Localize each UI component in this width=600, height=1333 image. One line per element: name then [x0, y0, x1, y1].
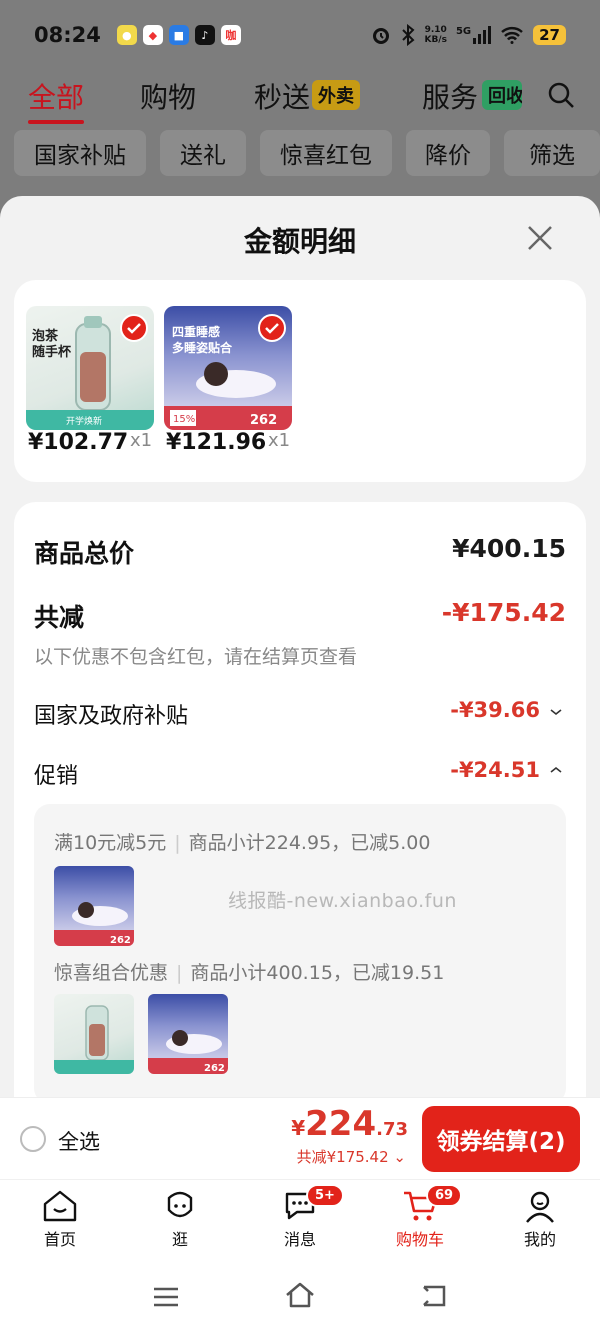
- network-speed: 9.10 KB/s: [424, 25, 447, 45]
- tiktok-icon: ♪: [194, 25, 215, 45]
- tab-me[interactable]: 我的: [500, 1188, 580, 1250]
- promo-detail: 商品小计400.15，已减19.51: [190, 962, 445, 984]
- total-value: ¥400.15: [452, 534, 566, 563]
- chip-national-subsidy[interactable]: 国家补贴: [14, 130, 146, 176]
- system-navigation: [0, 1265, 600, 1333]
- alarm-icon: [373, 28, 390, 44]
- promo-label[interactable]: 促销: [34, 758, 78, 790]
- profile-icon: [526, 1191, 554, 1223]
- chevron-down-icon: ⌄: [393, 1148, 406, 1166]
- chip-price-drop[interactable]: 降价: [406, 130, 490, 176]
- tab-all[interactable]: 全部: [28, 76, 85, 124]
- recycle-badge: 回收: [482, 80, 522, 110]
- svg-text:泡茶: 泡茶: [32, 328, 59, 344]
- checkout-button[interactable]: 领券结算(2): [422, 1106, 580, 1172]
- svg-text:随手杯: 随手杯: [32, 344, 72, 360]
- red-app-icon: 咖: [220, 25, 241, 45]
- bottom-tab-bar: 首页 逛 消息 5+ 购物车 69 我的: [0, 1179, 600, 1265]
- tab-browse[interactable]: 逛: [140, 1188, 220, 1250]
- reduce-label: 共减: [34, 603, 85, 632]
- clock: 08:24: [34, 23, 101, 47]
- selected-items-card: 泡茶 随手杯 开学焕新 ¥102.77 x1 四重睡感 多睡姿贴合 15% 26…: [14, 280, 586, 482]
- sheet-title: 金额明细: [243, 225, 356, 258]
- promo-rule-row: 惊喜组合优惠 | 商品小计400.15，已减19.51: [54, 962, 445, 984]
- svg-text:262: 262: [250, 413, 277, 428]
- promo-value[interactable]: -¥24.51: [450, 758, 540, 782]
- subsidy-value[interactable]: -¥39.66: [450, 698, 540, 722]
- browse-icon: [167, 1191, 193, 1218]
- tab-home[interactable]: 首页: [20, 1188, 100, 1250]
- tab-delivery[interactable]: 秒送: [254, 76, 310, 116]
- search-icon[interactable]: [546, 80, 576, 110]
- promo-details: 满10元减5元 | 商品小计224.95，已减5.00 262 惊喜组合优惠 | 商品小…: [34, 804, 566, 1104]
- close-icon[interactable]: [520, 218, 560, 258]
- takeout-badge: 外卖: [312, 80, 360, 110]
- item-price: ¥121.96: [166, 430, 267, 455]
- svg-text:262: 262: [204, 1063, 225, 1074]
- chevron-down-icon[interactable]: [548, 704, 564, 720]
- status-bar: 08:24 ● ◆ ■ ♪ 咖 9.10 KB/s 5G 27: [0, 0, 600, 70]
- cell-signal-icon: 5G: [456, 26, 492, 44]
- promo-rule: 满10元减5元: [54, 832, 167, 854]
- tea-cup-product-image[interactable]: 泡茶 随手杯 开学焕新: [26, 306, 154, 430]
- tab-service[interactable]: 服务: [422, 76, 478, 116]
- select-all-checkbox[interactable]: [20, 1126, 46, 1152]
- promo-detail: 商品小计224.95，已减5.00: [188, 832, 431, 854]
- item-qty: x1: [130, 430, 153, 451]
- selected-check-icon: [258, 314, 286, 342]
- wifi-icon: [501, 27, 523, 44]
- pea-icon: ●: [116, 25, 137, 45]
- pillow-product-image[interactable]: 四重睡感 多睡姿贴合 15% 262: [164, 306, 292, 430]
- promo-rule: 惊喜组合优惠: [54, 962, 169, 984]
- cart-badge: 69: [426, 1184, 463, 1207]
- svg-text:开学焕新: 开学焕新: [66, 415, 102, 427]
- reduce-value: -¥175.42: [441, 598, 566, 627]
- total-savings[interactable]: 共减¥175.42 ⌄: [297, 1146, 406, 1167]
- svg-text:四重睡感: 四重睡感: [172, 324, 220, 339]
- svg-text:262: 262: [110, 935, 131, 946]
- chevron-up-icon[interactable]: [548, 762, 564, 778]
- home-icon: [43, 1190, 77, 1222]
- bluetooth-icon: [402, 24, 415, 46]
- watermark: 线报酷-new.xianbao.fun: [228, 890, 457, 912]
- filter-chips: 国家补贴 送礼 惊喜红包 降价 筛选: [14, 130, 600, 176]
- reduce-note: 以下优惠不包含红包，请在结算页查看: [34, 646, 358, 668]
- fish-icon: ◆: [142, 25, 163, 45]
- menu-icon[interactable]: [152, 1285, 180, 1309]
- chip-filter[interactable]: 筛选: [504, 130, 600, 176]
- pillow-thumbnail[interactable]: 262: [54, 866, 134, 946]
- subsidy-label[interactable]: 国家及政府补贴: [34, 698, 188, 730]
- tea-cup-thumbnail[interactable]: [54, 994, 134, 1074]
- svg-text:多睡姿贴合: 多睡姿贴合: [172, 340, 233, 355]
- checkout-bar: 全选 ¥224.73 共减¥175.42 ⌄ 领券结算(2): [0, 1097, 600, 1179]
- tab-cart[interactable]: 购物车 69: [380, 1184, 463, 1250]
- chip-red-packet[interactable]: 惊喜红包: [260, 130, 392, 176]
- pillow-thumbnail[interactable]: 262: [148, 994, 228, 1074]
- total-amount: ¥224.73: [291, 1104, 408, 1144]
- total-label: 商品总价: [34, 539, 135, 568]
- chip-gift[interactable]: 送礼: [160, 130, 246, 176]
- svg-text:15%: 15%: [173, 414, 195, 425]
- select-all-label[interactable]: 全选: [58, 1126, 100, 1156]
- tab-messages[interactable]: 消息 5+: [260, 1184, 344, 1250]
- battery-indicator: 27: [533, 25, 566, 45]
- tab-shopping[interactable]: 购物: [140, 76, 196, 116]
- blue-app-icon: ■: [168, 25, 189, 45]
- home-nav-icon[interactable]: [284, 1281, 316, 1309]
- item-qty: x1: [268, 430, 291, 451]
- promo-rule-row: 满10元减5元 | 商品小计224.95，已减5.00: [54, 832, 431, 854]
- item-price: ¥102.77: [28, 430, 129, 455]
- category-tabs: 全部 购物 秒送 外卖 服务 回收: [0, 72, 600, 124]
- selected-check-icon: [120, 314, 148, 342]
- back-icon[interactable]: [420, 1283, 448, 1309]
- messages-badge: 5+: [306, 1184, 344, 1207]
